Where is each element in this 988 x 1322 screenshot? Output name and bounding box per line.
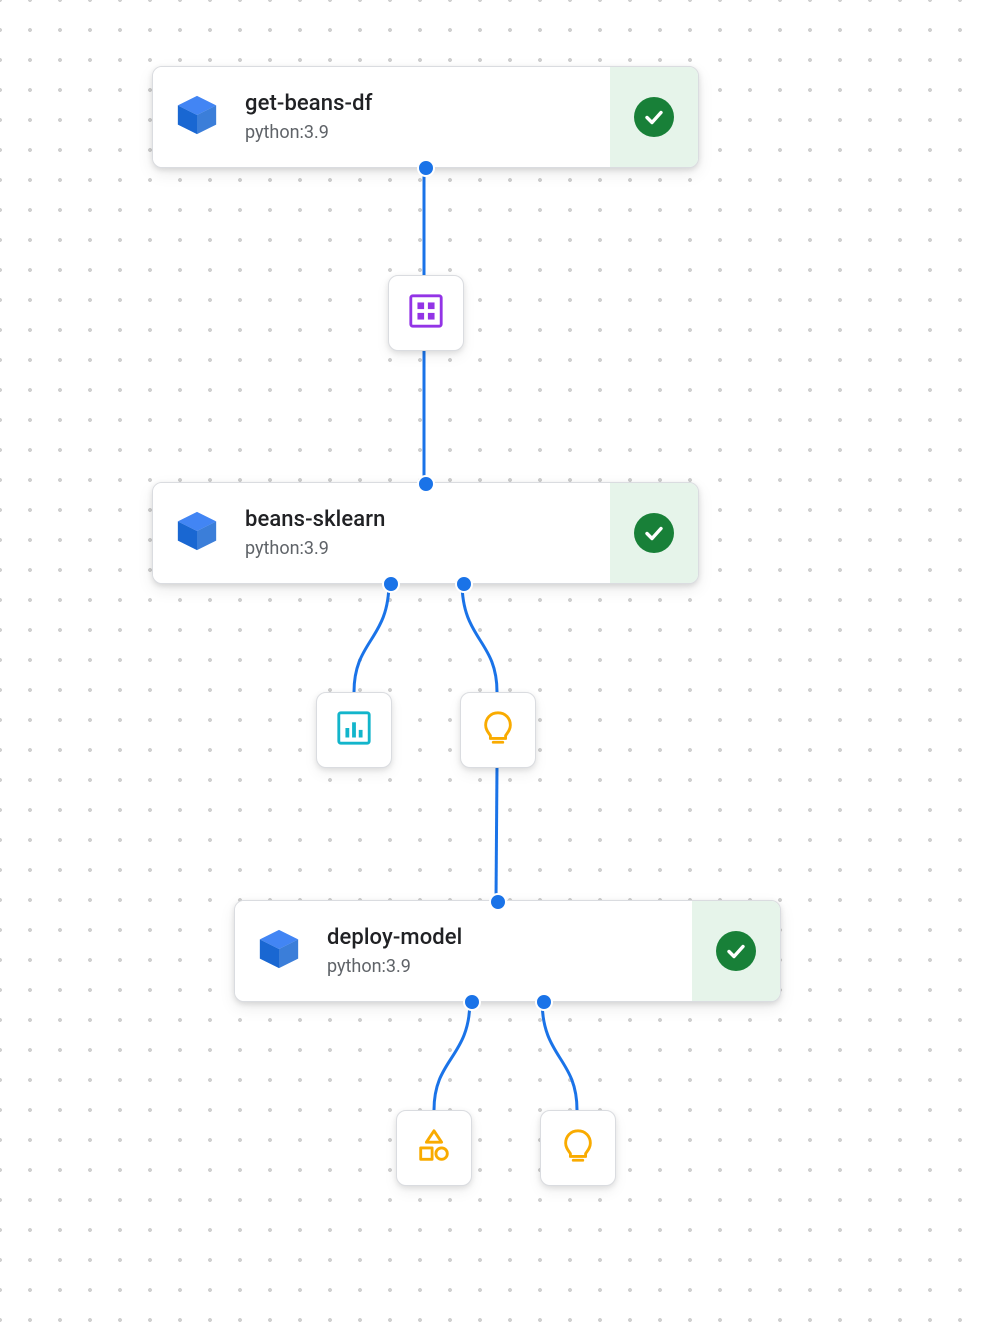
connection-port [535, 993, 553, 1011]
lightbulb-icon [479, 709, 517, 751]
task-node-get-beans-df[interactable]: get-beans-df python:3.9 [152, 66, 699, 168]
connection-port [417, 159, 435, 177]
connection-port [382, 575, 400, 593]
task-status-area [610, 67, 698, 167]
task-status-area [610, 483, 698, 583]
success-check-icon [716, 931, 756, 971]
task-text-area: get-beans-df python:3.9 [241, 67, 610, 167]
artifact-node-idea2[interactable] [540, 1110, 616, 1186]
artifact-node-metrics[interactable] [316, 692, 392, 768]
lightbulb-icon [559, 1127, 597, 1169]
connection-port [463, 993, 481, 1011]
success-check-icon [634, 513, 674, 553]
artifact-node-model[interactable] [460, 692, 536, 768]
task-title: deploy-model [327, 925, 692, 951]
task-cube-icon-area [153, 67, 241, 167]
task-subtitle: python:3.9 [245, 122, 610, 143]
task-subtitle: python:3.9 [327, 956, 692, 977]
metrics-icon [335, 709, 373, 751]
cube-icon [174, 508, 220, 558]
artifact-node-dataset[interactable] [388, 275, 464, 351]
task-node-deploy-model[interactable]: deploy-model python:3.9 [234, 900, 781, 1002]
task-status-area [692, 901, 780, 1001]
dataset-icon [407, 292, 445, 334]
task-node-beans-sklearn[interactable]: beans-sklearn python:3.9 [152, 482, 699, 584]
task-text-area: beans-sklearn python:3.9 [241, 483, 610, 583]
artifact-node-shapes[interactable] [396, 1110, 472, 1186]
connection-port [417, 475, 435, 493]
cube-icon [174, 92, 220, 142]
task-title: beans-sklearn [245, 507, 610, 533]
cube-icon [256, 926, 302, 976]
task-text-area: deploy-model python:3.9 [323, 901, 692, 1001]
task-title: get-beans-df [245, 91, 610, 117]
canvas-dot-background [0, 0, 988, 1322]
connection-port [455, 575, 473, 593]
success-check-icon [634, 97, 674, 137]
connection-port [489, 893, 507, 911]
task-cube-icon-area [235, 901, 323, 1001]
shapes-icon [415, 1127, 453, 1169]
task-cube-icon-area [153, 483, 241, 583]
task-subtitle: python:3.9 [245, 538, 610, 559]
